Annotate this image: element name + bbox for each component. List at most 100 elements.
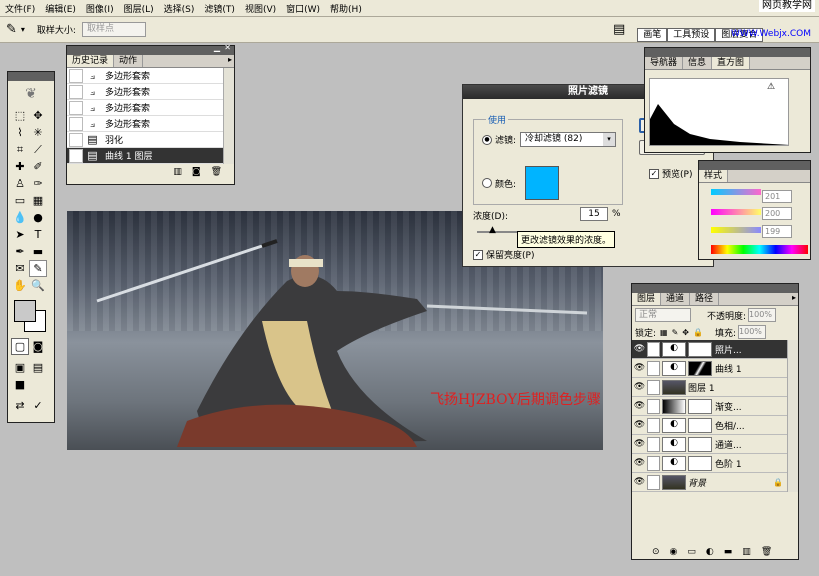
gradient-tool-icon[interactable]: ▦ [29, 192, 47, 209]
eye-icon[interactable]: 👁 [632, 344, 647, 354]
sample-size-select[interactable]: 取样点 [81, 22, 146, 37]
eyedropper-tool-icon[interactable]: ✎ [29, 260, 47, 277]
hand-tool-icon[interactable]: ✋ [11, 277, 29, 294]
history-item[interactable]: ▤ 羽化 [67, 132, 223, 148]
preserve-luminosity-checkbox[interactable]: ✓ [473, 249, 483, 260]
tab-histogram[interactable]: 直方图 [712, 57, 751, 69]
history-item[interactable]: ▤ 曲线 1 图层 [67, 148, 223, 164]
blur-tool-icon[interactable]: 💧 [11, 209, 29, 226]
magic-wand-icon[interactable]: ✳ [29, 124, 47, 141]
eye-icon[interactable]: 👁 [632, 458, 647, 468]
layer-row[interactable]: 👁 ◐ 色阶 1 [632, 454, 787, 473]
red-value[interactable]: 201 [762, 190, 792, 203]
layer-row[interactable]: 👁 图层 1 [632, 378, 787, 397]
tab-channels[interactable]: 通道 [661, 293, 691, 305]
link-icon[interactable]: ⊙ [652, 547, 660, 557]
color-swatches[interactable] [11, 300, 51, 336]
color-radio[interactable] [482, 178, 492, 188]
tab-info[interactable]: 信息 [683, 57, 713, 69]
screen-mode-standard-icon[interactable]: ▣ [11, 359, 29, 376]
tab-tool-presets[interactable]: 工具预设 [667, 27, 716, 42]
marquee-tool-icon[interactable]: ⬚ [11, 107, 29, 124]
layer-row[interactable]: 👁 ◐ 照片... [632, 340, 787, 359]
green-value[interactable]: 200 [762, 207, 792, 220]
menu-filter[interactable]: 滤镜(T) [199, 2, 240, 15]
menu-file[interactable]: 文件(F) [0, 2, 40, 15]
minimize-icon[interactable]: ▁ [214, 43, 220, 52]
layer-style-icon[interactable]: ◉ [670, 547, 678, 557]
tab-styles[interactable]: 样式 [699, 170, 729, 182]
menu-edit[interactable]: 编辑(E) [40, 2, 81, 15]
layer-row[interactable]: 👁 ◐ 通道... [632, 435, 787, 454]
new-document-icon[interactable]: ▥ [173, 167, 182, 177]
chevron-down-icon[interactable]: ▾ [603, 133, 616, 146]
file-browser-icon[interactable]: ▤ [613, 22, 625, 37]
eyedropper-icon[interactable]: ✎ [6, 22, 17, 37]
history-item[interactable]: ⟓ 多边形套索 [67, 100, 223, 116]
standard-mode-icon[interactable]: ▢ [11, 338, 29, 355]
eye-icon[interactable]: 👁 [632, 477, 647, 487]
blue-slider[interactable] [711, 227, 761, 233]
screen-mode-full-icon[interactable]: ■ [11, 376, 29, 393]
move-tool-icon[interactable]: ✥ [29, 107, 47, 124]
history-item[interactable]: ⟓ 多边形套索 [67, 84, 223, 100]
snapshot-icon[interactable]: ◙ [192, 167, 201, 177]
lasso-tool-icon[interactable]: ⌇ [11, 124, 29, 141]
eye-icon[interactable]: 👁 [632, 382, 647, 392]
healing-brush-icon[interactable]: ✚ [11, 158, 29, 175]
edit-in-imageready-icon[interactable]: ✓ [29, 397, 47, 414]
crop-tool-icon[interactable]: ⌗ [11, 141, 29, 158]
dodge-tool-icon[interactable]: ● [29, 209, 47, 226]
mask-icon[interactable]: ▭ [687, 547, 696, 557]
blend-mode-select[interactable]: 正常 [635, 308, 691, 322]
tab-layers[interactable]: 图层 [632, 293, 662, 305]
eraser-tool-icon[interactable]: ▭ [11, 192, 29, 209]
eye-icon[interactable]: 👁 [632, 401, 647, 411]
warning-icon[interactable]: ⚠ [767, 82, 775, 92]
tab-actions[interactable]: 动作 [114, 55, 144, 67]
lock-icons[interactable]: ▦✎✥🔒 [660, 328, 707, 337]
filter-select[interactable]: 冷却滤镜 (82) ▾ [520, 132, 617, 147]
trash-icon[interactable]: 🗑 [761, 547, 772, 557]
color-ramp[interactable] [711, 245, 808, 254]
menu-view[interactable]: 视图(V) [240, 2, 281, 15]
tab-history[interactable]: 历史记录 [67, 55, 115, 67]
layer-row[interactable]: 👁 背景 🔒 [632, 473, 787, 492]
history-item[interactable]: ⟓ 多边形套索 [67, 68, 223, 84]
history-item[interactable]: ⟓ 多边形套索 [67, 116, 223, 132]
close-icon[interactable]: ✕ [224, 43, 231, 52]
new-group-icon[interactable]: ▬ [724, 547, 733, 557]
menu-help[interactable]: 帮助(H) [325, 2, 367, 15]
notes-tool-icon[interactable]: ✉ [11, 260, 29, 277]
quick-mask-icon[interactable]: ◙ [29, 338, 47, 355]
zoom-tool-icon[interactable]: 🔍 [29, 277, 47, 294]
clone-stamp-icon[interactable]: ♙ [11, 175, 29, 192]
fill-input[interactable]: 100% [738, 325, 767, 339]
eye-icon[interactable]: 👁 [632, 439, 647, 449]
jump-to-imageready-icon[interactable]: ⇄ [11, 397, 29, 414]
tab-brushes[interactable]: 画笔 [637, 27, 668, 42]
layer-row[interactable]: 👁 ◐ 色相/... [632, 416, 787, 435]
menu-layer[interactable]: 图层(L) [119, 2, 159, 15]
path-select-icon[interactable]: ➤ [11, 226, 29, 243]
new-layer-icon[interactable]: ▥ [742, 547, 751, 557]
brush-tool-icon[interactable]: ✐ [29, 158, 47, 175]
blue-value[interactable]: 199 [762, 225, 792, 238]
panel-menu-icon[interactable]: ▸ [792, 293, 798, 305]
layers-scrollbar[interactable] [787, 340, 798, 492]
layer-row[interactable]: 👁 渐变... [632, 397, 787, 416]
slice-tool-icon[interactable]: ⟋ [29, 141, 47, 158]
screen-mode-full-menu-icon[interactable]: ▤ [29, 359, 47, 376]
eye-icon[interactable]: 👁 [632, 420, 647, 430]
red-slider[interactable] [711, 189, 761, 195]
shape-tool-icon[interactable]: ▬ [29, 243, 47, 260]
menu-select[interactable]: 选择(S) [159, 2, 200, 15]
pen-tool-icon[interactable]: ✒ [11, 243, 29, 260]
eye-icon[interactable]: 👁 [632, 363, 647, 373]
green-slider[interactable] [711, 209, 761, 215]
type-tool-icon[interactable]: T [29, 226, 47, 243]
tab-navigator[interactable]: 导航器 [645, 57, 684, 69]
chevron-down-icon[interactable]: ▾ [21, 25, 25, 34]
trash-icon[interactable]: 🗑 [211, 167, 222, 177]
layer-row[interactable]: 👁 ◐ 曲线 1 [632, 359, 787, 378]
